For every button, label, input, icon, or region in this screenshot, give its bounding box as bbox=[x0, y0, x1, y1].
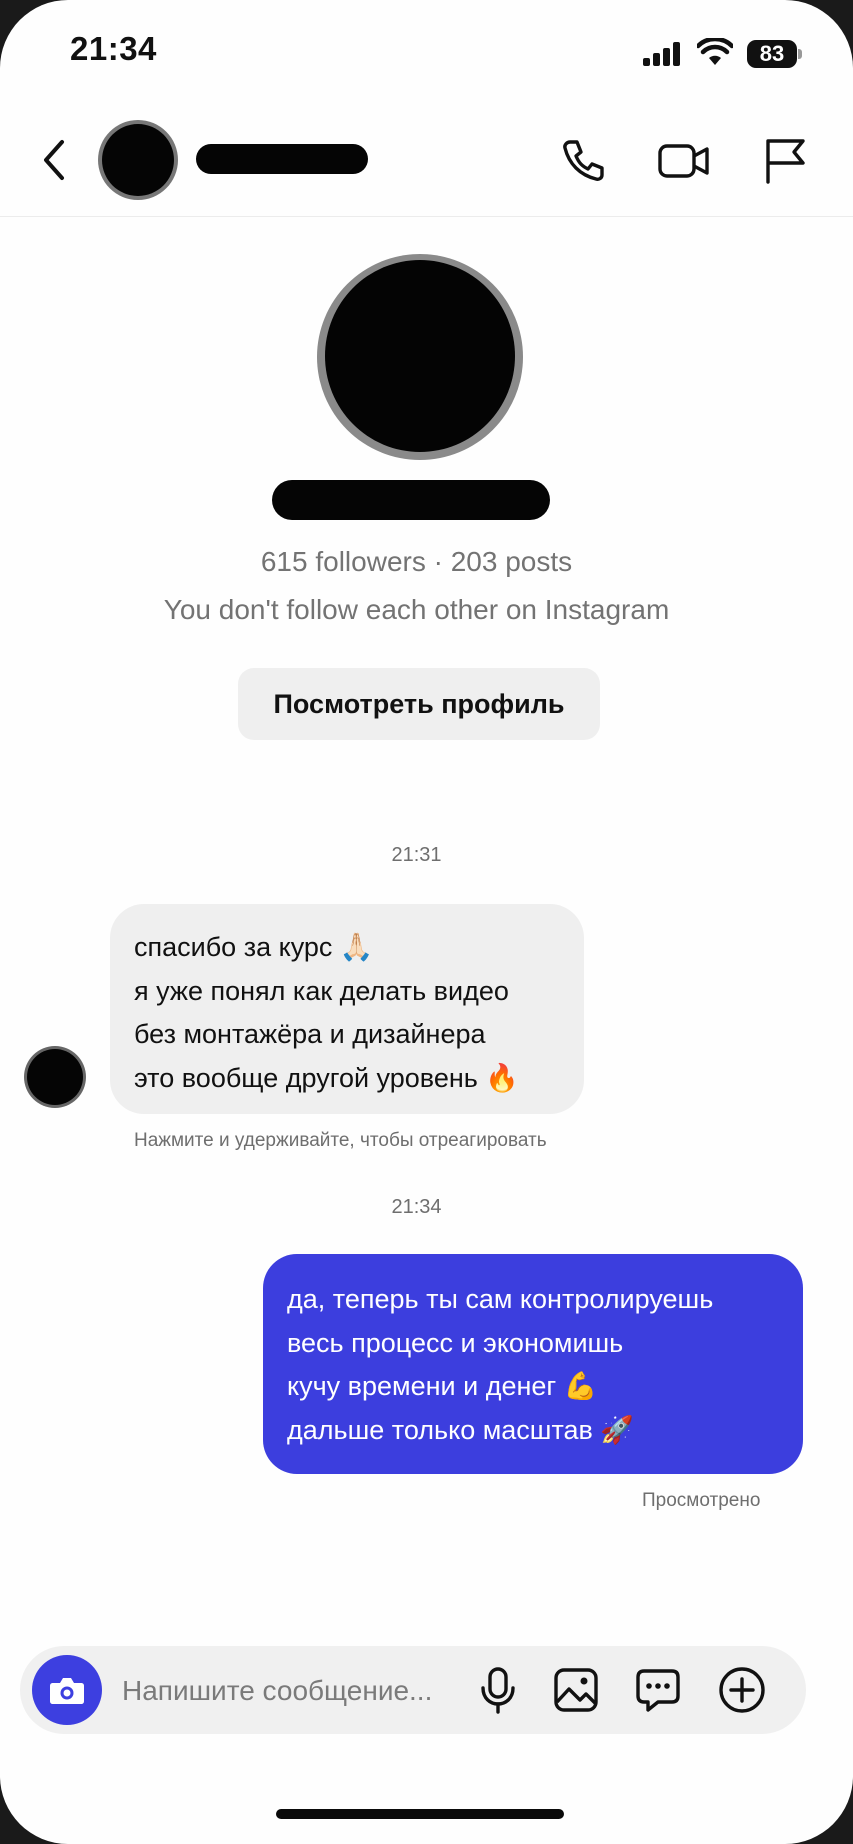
contact-name-redacted[interactable] bbox=[196, 144, 368, 174]
home-indicator[interactable] bbox=[276, 1809, 564, 1819]
sender-avatar[interactable] bbox=[24, 1046, 86, 1108]
phone-screen: 21:34 83 615 followers · 203 posts You d… bbox=[0, 0, 853, 1844]
sticker-icon bbox=[636, 1669, 680, 1712]
voice-message-button[interactable] bbox=[472, 1664, 524, 1716]
gallery-button[interactable] bbox=[550, 1664, 602, 1716]
back-chevron-icon[interactable] bbox=[34, 130, 74, 190]
profile-name-redacted bbox=[272, 480, 550, 520]
camera-button[interactable] bbox=[32, 1655, 102, 1725]
message-line: да, теперь ты сам контролируешь bbox=[287, 1284, 714, 1314]
react-hint: Нажмите и удерживайте, чтобы отреагирова… bbox=[134, 1130, 547, 1151]
outgoing-message-bubble[interactable]: да, теперь ты сам контролируешь весь про… bbox=[263, 1254, 803, 1474]
video-call-button[interactable] bbox=[656, 132, 712, 188]
chat-header bbox=[0, 110, 853, 217]
message-line: спасибо за курс 🙏🏻 bbox=[134, 932, 374, 962]
phone-icon bbox=[563, 140, 604, 181]
wifi-icon bbox=[697, 38, 733, 65]
seen-status: Просмотрено bbox=[642, 1490, 761, 1511]
battery-indicator: 83 bbox=[747, 40, 797, 68]
battery-tip bbox=[798, 49, 802, 59]
contact-avatar[interactable] bbox=[98, 120, 178, 200]
message-line: кучу времени и денег 💪 bbox=[287, 1371, 598, 1401]
gallery-icon bbox=[554, 1668, 598, 1712]
plus-icon bbox=[719, 1667, 765, 1713]
voice-call-button[interactable] bbox=[556, 132, 612, 188]
status-time: 21:34 bbox=[70, 30, 157, 67]
view-profile-button[interactable]: Посмотреть профиль bbox=[238, 668, 600, 740]
message-line: это вообще другой уровень 🔥 bbox=[134, 1062, 519, 1093]
profile-stats: 615 followers · 203 posts bbox=[260, 546, 573, 577]
video-camera-icon bbox=[658, 144, 709, 178]
more-options-button[interactable] bbox=[716, 1664, 768, 1716]
message-timestamp: 21:31 bbox=[391, 844, 442, 866]
cellular-signal-icon bbox=[643, 42, 680, 66]
message-line: дальше только масштав 🚀 bbox=[287, 1414, 634, 1445]
profile-avatar-large[interactable] bbox=[317, 254, 523, 460]
report-button[interactable] bbox=[756, 132, 812, 188]
flag-icon bbox=[766, 139, 805, 184]
message-line: я уже понял как делать видео bbox=[134, 975, 509, 1006]
microphone-icon bbox=[481, 1667, 515, 1714]
status-bar: 21:34 83 bbox=[0, 0, 853, 110]
message-line: без монтажёра и дизайнера bbox=[134, 1019, 486, 1049]
message-composer bbox=[20, 1646, 806, 1734]
message-line: весь процесс и экономишь bbox=[287, 1327, 624, 1358]
message-input[interactable] bbox=[120, 1666, 484, 1716]
incoming-message-bubble[interactable]: спасибо за курс 🙏🏻 я уже понял как делат… bbox=[110, 904, 584, 1114]
sticker-button[interactable] bbox=[632, 1664, 684, 1716]
camera-icon bbox=[50, 1678, 84, 1704]
follow-status-note: You don't follow each other on Instagram bbox=[163, 594, 670, 625]
message-timestamp: 21:34 bbox=[391, 1196, 442, 1218]
